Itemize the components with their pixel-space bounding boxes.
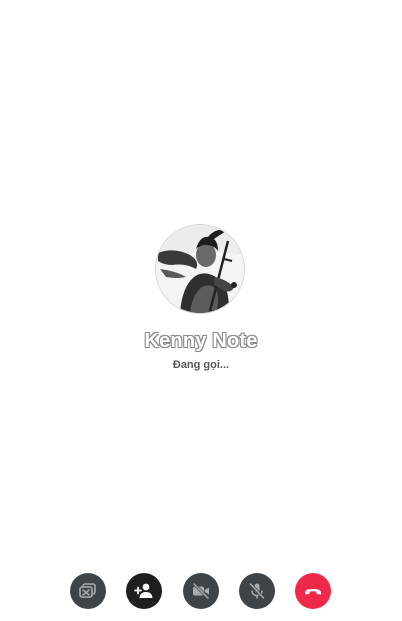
call-status: Đang gọi... bbox=[172, 359, 230, 371]
mic-toggle-button[interactable] bbox=[239, 573, 275, 609]
add-person-icon bbox=[134, 583, 153, 598]
video-toggle-button[interactable] bbox=[183, 573, 219, 609]
caller-name: Kenny Note bbox=[144, 330, 258, 352]
caller-avatar bbox=[156, 225, 244, 313]
call-controls bbox=[0, 573, 402, 609]
avatar-image bbox=[156, 225, 244, 313]
add-person-button[interactable] bbox=[126, 573, 162, 609]
mic-off-icon bbox=[249, 582, 265, 600]
screen-share-off-icon bbox=[79, 583, 96, 598]
end-call-button[interactable] bbox=[295, 573, 331, 609]
end-call-icon bbox=[305, 589, 321, 595]
screen-share-button[interactable] bbox=[70, 573, 106, 609]
call-screen: Kenny Note Đang gọi... bbox=[0, 0, 402, 621]
video-off-icon bbox=[192, 582, 210, 600]
